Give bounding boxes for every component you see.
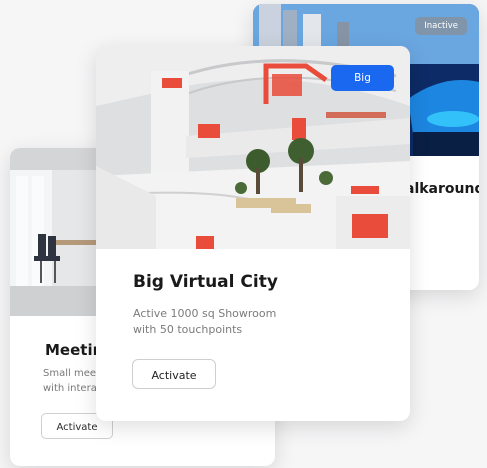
meeting-card-description: Small mee with intera [43, 366, 103, 396]
size-badge-big: Big [331, 65, 394, 91]
big-city-desc-line-1: Active 1000 sq Showroom [133, 307, 277, 320]
big-city-desc-line-2: with 50 touchpoints [133, 323, 243, 336]
meeting-card-title: Meetin [45, 341, 104, 359]
virtual-city-thumbnail: Big [96, 46, 410, 249]
meeting-desc-line-2: with intera [43, 383, 97, 394]
big-virtual-city-card[interactable]: Big Big Virtual City Active 1000 sq Show… [96, 46, 410, 421]
big-city-activate-button[interactable]: Activate [132, 359, 216, 389]
meeting-desc-line-1: Small mee [43, 368, 96, 379]
status-badge-inactive: Inactive [415, 17, 467, 35]
big-virtual-city-description: Active 1000 sq Showroom with 50 touchpoi… [133, 306, 333, 338]
walkaround-card-title: alkaround [405, 181, 479, 197]
big-virtual-city-title: Big Virtual City [133, 272, 278, 292]
